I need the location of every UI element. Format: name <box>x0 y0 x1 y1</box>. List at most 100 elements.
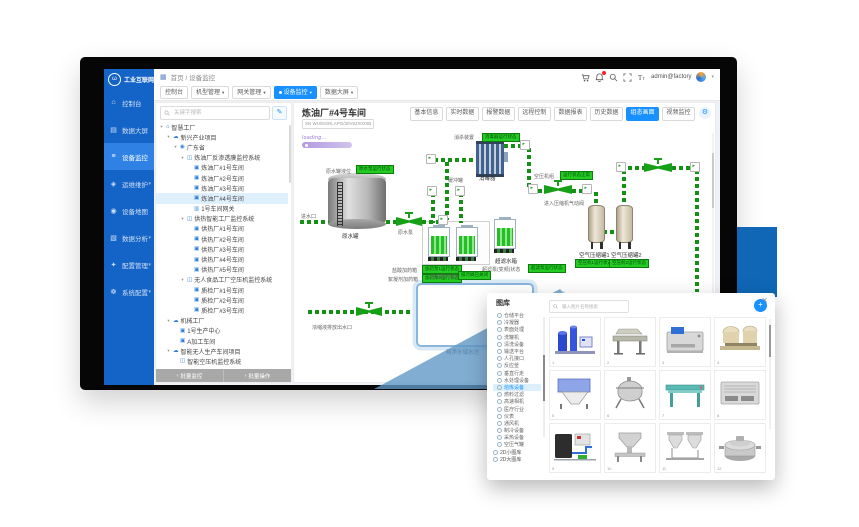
valve-icon[interactable] <box>644 158 672 172</box>
device-button-报警数据[interactable]: 报警数据 <box>482 107 515 121</box>
sensor-icon[interactable] <box>455 186 465 196</box>
tree-item[interactable]: ▾◫无人食品工厂空压机监控系统 <box>156 275 288 285</box>
gallery-category[interactable]: 高速相机 <box>493 398 541 405</box>
tree-edit-button[interactable]: ✎ <box>272 106 287 120</box>
device-button-视频监控[interactable]: 视频监控 <box>662 107 695 121</box>
gallery-item-separator[interactable]: 4 <box>714 317 766 367</box>
tree-item[interactable]: ▣供热厂#1号车间 <box>156 224 288 234</box>
username[interactable]: admin@factory <box>651 74 691 80</box>
sidebar-item-map[interactable]: ◉设备地图 <box>104 197 154 224</box>
sensor-icon[interactable] <box>438 215 448 225</box>
gallery-item-hvac[interactable]: 8 <box>714 370 766 420</box>
device-button-远程控制[interactable]: 远程控制 <box>518 107 551 121</box>
tree-item[interactable]: ▣炼油厂#2号车间 <box>156 173 288 183</box>
sidebar-item-screen[interactable]: ▤数据大屏 <box>104 116 154 143</box>
tree-item[interactable]: ▣供热厂#2号车间 <box>156 234 288 244</box>
gallery-category[interactable]: 医疗行业 <box>493 405 541 412</box>
air-compression-tank-1[interactable] <box>588 205 605 243</box>
gallery-category[interactable]: 熔炼设备 <box>493 384 541 391</box>
sensor-icon[interactable] <box>690 162 700 172</box>
device-button-数据报表[interactable]: 数据报表 <box>554 107 587 121</box>
tree-item[interactable]: ▾☁机械工厂 <box>156 316 288 326</box>
tree-item[interactable]: ◫智能空压机监控系统 <box>156 356 288 366</box>
sterilizer-unit[interactable] <box>476 141 504 177</box>
sensor-icon[interactable] <box>426 154 436 164</box>
sensor-icon[interactable] <box>528 184 538 194</box>
gallery-category[interactable]: 垂直行走 <box>493 370 541 377</box>
tree-item[interactable]: ▣供热厂#5号车间 <box>156 265 288 275</box>
gallery-category[interactable]: 表面处理 <box>493 326 541 333</box>
sidebar-item-monitor[interactable]: ≡设备监控 <box>104 143 154 170</box>
tree-item[interactable]: ▣1号生产中心 <box>156 326 288 336</box>
gallery-category[interactable]: 水处理设备 <box>493 377 541 384</box>
tree-item[interactable]: ▣供热厂#3号车间 <box>156 244 288 254</box>
gallery-item-kettle[interactable]: 6 <box>604 370 656 420</box>
gallery-add-button[interactable]: + <box>754 299 767 312</box>
gallery-item-table[interactable]: 7 <box>659 370 711 420</box>
gallery-category[interactable]: 洗罐机 <box>493 334 541 341</box>
gallery-category[interactable]: 燃料过滤 <box>493 391 541 398</box>
sidebar-item-config[interactable]: ✦配置管理▾ <box>104 251 154 278</box>
tree-item[interactable]: ▾◉广东省 <box>156 142 288 152</box>
tree-item[interactable]: ▣A加工车间 <box>156 336 288 346</box>
tab-数据大屏[interactable]: 数据大屏▾ <box>320 86 358 99</box>
chevron-down-icon[interactable]: ▾ <box>711 74 714 80</box>
breadcrumb-home[interactable]: 首页 <box>171 75 184 82</box>
bell-icon[interactable] <box>595 73 604 82</box>
gallery-item-cnc[interactable]: 3 <box>659 317 711 367</box>
raw-water-tank[interactable] <box>328 173 386 229</box>
gallery-category[interactable]: 2D大图库 <box>493 456 541 463</box>
collapse-menu-icon[interactable]: ▦ <box>160 73 167 81</box>
tree-item[interactable]: ▣炼油厂#1号车间 <box>156 163 288 173</box>
device-button-基本信息[interactable]: 基本信息 <box>410 107 443 121</box>
sensor-icon[interactable] <box>616 162 626 172</box>
gallery-category[interactable]: 仓储平台 <box>493 312 541 319</box>
tree-item[interactable]: ▾☁新兴产业项目 <box>156 132 288 142</box>
gallery-category[interactable]: 仪表 <box>493 413 541 420</box>
tree-item[interactable]: ▥1号车间网关 <box>156 204 288 214</box>
tree-item[interactable]: ▣质检厂#1号车间 <box>156 285 288 295</box>
tab-机型管理[interactable]: 机型管理▾ <box>191 86 229 99</box>
gallery-item-hopper[interactable]: 5 <box>549 370 601 420</box>
device-button-实时数据[interactable]: 实时数据 <box>446 107 479 121</box>
cart-icon[interactable] <box>581 73 590 82</box>
device-button-历史数据[interactable]: 历史数据 <box>590 107 623 121</box>
gallery-search-input[interactable] <box>560 303 625 310</box>
gallery-category[interactable]: 通风机 <box>493 420 541 427</box>
gallery-category[interactable]: 采热设备 <box>493 434 541 441</box>
dosing-tank-2[interactable] <box>456 227 478 257</box>
tree-item[interactable]: ▾☁智能无人生产车间项目 <box>156 346 288 356</box>
font-size-icon[interactable]: TT <box>637 73 646 82</box>
tree-scrollbar[interactable] <box>289 125 291 183</box>
batch-action-button[interactable]: ›批量操作 <box>223 369 291 382</box>
tab-控制台[interactable]: 控制台 <box>160 86 188 99</box>
gear-icon[interactable]: ⚙ <box>699 107 711 119</box>
gallery-category[interactable]: 空压气罐 <box>493 441 541 448</box>
ultrafiltration-tank[interactable] <box>494 219 516 249</box>
tree-item[interactable]: ▣供热厂#4号车间 <box>156 254 288 264</box>
valve-icon[interactable] <box>544 180 572 194</box>
gallery-category[interactable]: 反应釜 <box>493 362 541 369</box>
tab-设备监控[interactable]: 设备监控▾ <box>274 86 317 99</box>
gallery-category[interactable]: 2D小图库 <box>493 449 541 456</box>
sidebar-item-console[interactable]: ⌂控制台 <box>104 89 154 116</box>
tree-item[interactable]: ▾◫供热智能工厂监控系统 <box>156 214 288 224</box>
tab-网关管理[interactable]: 网关管理▾ <box>232 86 270 99</box>
tree-item[interactable]: ▾⌂智慧工厂 <box>156 122 288 132</box>
air-compression-tank-2[interactable] <box>616 205 633 243</box>
sensor-icon[interactable] <box>520 140 530 150</box>
tree-item[interactable]: ▣质检厂#2号车间 <box>156 295 288 305</box>
sidebar-item-analysis[interactable]: ▧数据分析▾ <box>104 224 154 251</box>
sensor-icon[interactable] <box>427 186 437 196</box>
tree-item[interactable]: ▣炼油厂#3号车间 <box>156 183 288 193</box>
gallery-item-mixer[interactable]: 11 <box>659 423 711 473</box>
tree-item[interactable]: ▾◫炼油厂反渗透膜监控系统 <box>156 153 288 163</box>
tree-search-input[interactable] <box>172 109 266 117</box>
gallery-item-watertreat[interactable]: 1 <box>549 317 601 367</box>
gallery-item-sieve[interactable]: 12 <box>714 423 766 473</box>
fullscreen-icon[interactable] <box>623 73 632 82</box>
gallery-list-scrollbar-thumb[interactable] <box>543 355 545 401</box>
device-button-组态画面[interactable]: 组态画面 <box>626 107 659 121</box>
sidebar-item-system[interactable]: ☸系统配置▾ <box>104 278 154 305</box>
gallery-grid-scrollbar-thumb[interactable] <box>769 325 771 357</box>
